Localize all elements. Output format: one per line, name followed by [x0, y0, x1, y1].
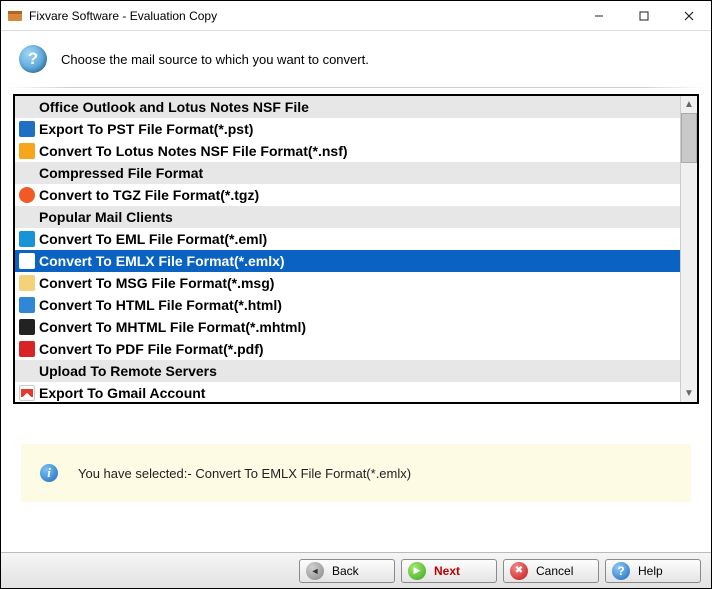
list-item-label: Convert to TGZ File Format(*.tgz)	[39, 187, 259, 203]
scroll-track[interactable]	[681, 163, 697, 385]
mhtml-icon	[19, 319, 35, 335]
back-button[interactable]: Back	[299, 559, 395, 583]
selection-info-bar: i You have selected:- Convert To EMLX Fi…	[21, 444, 691, 502]
cancel-icon	[510, 562, 528, 580]
spacer	[1, 502, 711, 552]
info-icon: i	[40, 464, 58, 482]
back-label: Back	[332, 564, 388, 578]
list-item-label: Export To PST File Format(*.pst)	[39, 121, 253, 137]
list-item[interactable]: Convert to TGZ File Format(*.tgz)	[15, 184, 680, 206]
blank-icon	[19, 209, 35, 225]
selection-info-text: You have selected:- Convert To EMLX File…	[78, 466, 411, 481]
cancel-label: Cancel	[536, 564, 592, 578]
list-item-label: Convert To Lotus Notes NSF File Format(*…	[39, 143, 348, 159]
back-arrow-icon	[306, 562, 324, 580]
list-item-label: Compressed File Format	[39, 165, 203, 181]
cancel-button[interactable]: Cancel	[503, 559, 599, 583]
list-item[interactable]: Convert To EMLX File Format(*.emlx)	[15, 250, 680, 272]
minimize-button[interactable]	[576, 1, 621, 30]
list-group-header: Upload To Remote Servers	[15, 360, 680, 382]
help-label: Help	[638, 564, 694, 578]
scroll-up-arrow-icon[interactable]: ▲	[681, 96, 697, 113]
list-item-label: Convert To EMLX File Format(*.emlx)	[39, 253, 285, 269]
list-item-label: Convert To MSG File Format(*.msg)	[39, 275, 274, 291]
msg-icon	[19, 275, 35, 291]
list-item[interactable]: Convert To EML File Format(*.eml)	[15, 228, 680, 250]
app-icon	[7, 8, 23, 24]
pdf-icon	[19, 341, 35, 357]
close-button[interactable]	[666, 1, 711, 30]
list-group-header: Compressed File Format	[15, 162, 680, 184]
list-group-header: Popular Mail Clients	[15, 206, 680, 228]
list-item[interactable]: Convert To PDF File Format(*.pdf)	[15, 338, 680, 360]
blank-icon	[19, 165, 35, 181]
list-item-label: Export To Gmail Account	[39, 385, 205, 401]
help-button[interactable]: Help	[605, 559, 701, 583]
eml-icon	[19, 231, 35, 247]
lotus-icon	[19, 143, 35, 159]
app-window: Fixvare Software - Evaluation Copy ? Cho…	[0, 0, 712, 589]
list-item[interactable]: Convert To Lotus Notes NSF File Format(*…	[15, 140, 680, 162]
list-item[interactable]: Convert To MHTML File Format(*.mhtml)	[15, 316, 680, 338]
gmail-icon	[19, 385, 35, 401]
button-bar: Back Next Cancel Help	[1, 552, 711, 588]
emlx-icon	[19, 253, 35, 269]
scroll-thumb[interactable]	[681, 113, 697, 163]
instruction-text: Choose the mail source to which you want…	[61, 52, 369, 67]
blank-icon	[19, 99, 35, 115]
scroll-down-arrow-icon[interactable]: ▼	[681, 385, 697, 402]
next-arrow-icon	[408, 562, 426, 580]
help-icon	[612, 562, 630, 580]
maximize-button[interactable]	[621, 1, 666, 30]
list-item-label: Convert To MHTML File Format(*.mhtml)	[39, 319, 306, 335]
html-icon	[19, 297, 35, 313]
question-icon: ?	[19, 45, 47, 73]
list-item-label: Upload To Remote Servers	[39, 363, 217, 379]
list-item-label: Office Outlook and Lotus Notes NSF File	[39, 99, 309, 115]
list-item-label: Convert To EML File Format(*.eml)	[39, 231, 267, 247]
list-item[interactable]: Convert To MSG File Format(*.msg)	[15, 272, 680, 294]
format-list-body[interactable]: Office Outlook and Lotus Notes NSF File E…	[15, 96, 680, 402]
blank-icon	[19, 363, 35, 379]
list-item-label: Popular Mail Clients	[39, 209, 173, 225]
tgz-icon	[19, 187, 35, 203]
list-item-label: Convert To HTML File Format(*.html)	[39, 297, 282, 313]
outlook-icon	[19, 121, 35, 137]
scrollbar[interactable]: ▲ ▼	[680, 96, 697, 402]
next-button[interactable]: Next	[401, 559, 497, 583]
list-item[interactable]: Convert To HTML File Format(*.html)	[15, 294, 680, 316]
window-title: Fixvare Software - Evaluation Copy	[29, 9, 576, 23]
divider	[5, 87, 707, 88]
format-list: Office Outlook and Lotus Notes NSF File E…	[13, 94, 699, 404]
list-item[interactable]: Export To PST File Format(*.pst)	[15, 118, 680, 140]
list-item[interactable]: Export To Gmail Account	[15, 382, 680, 402]
titlebar: Fixvare Software - Evaluation Copy	[1, 1, 711, 31]
list-group-header: Office Outlook and Lotus Notes NSF File	[15, 96, 680, 118]
next-label: Next	[434, 564, 490, 578]
list-item-label: Convert To PDF File Format(*.pdf)	[39, 341, 264, 357]
instruction-row: ? Choose the mail source to which you wa…	[1, 31, 711, 87]
